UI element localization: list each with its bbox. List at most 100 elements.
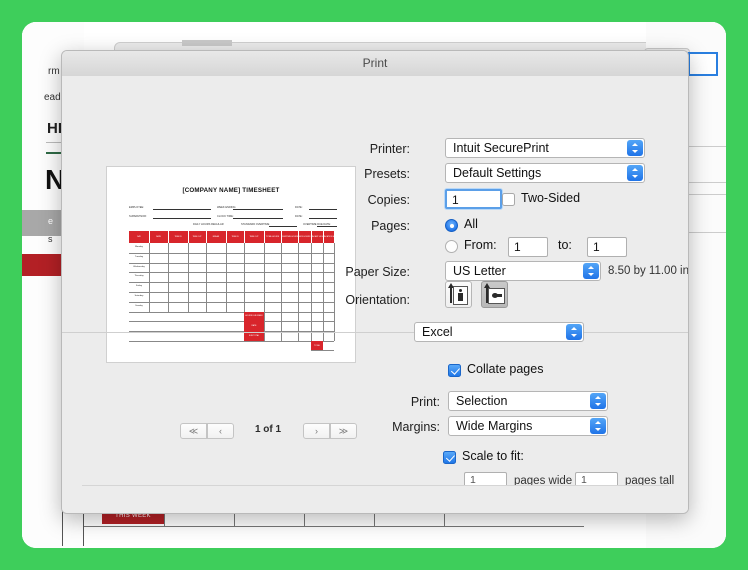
timesheet-col-header: BREAK (206, 231, 227, 243)
timesheet-title: [COMPANY NAME] TIMESHEET (182, 187, 280, 194)
margins-value: Wide Margins (456, 419, 533, 433)
printer-select[interactable]: Intuit SecurePrint (445, 138, 645, 158)
print-what-select[interactable]: Selection (448, 391, 608, 411)
presets-select[interactable]: Default Settings (445, 163, 645, 183)
printer-label: Printer: (369, 142, 410, 156)
timesheet-subfield-label: DAILY HOURS REGULAR (193, 223, 224, 226)
timesheet-day-cell: Saturday (129, 292, 150, 302)
background-text-3: HI (47, 120, 62, 137)
background-text-5: e (48, 216, 54, 226)
background-selected-cell (688, 52, 718, 76)
background-text-1: rm (48, 66, 60, 77)
margins-label: Margins: (392, 420, 440, 434)
paper-size-label: Paper Size: (345, 265, 410, 279)
timesheet-col-header: TIME OUT (188, 231, 207, 243)
pager-prev-button[interactable]: ‹ (207, 423, 234, 439)
chevron-updown-icon[interactable] (590, 418, 606, 434)
app-window-card: rm ead HI N e s Jse Ret THIS WEEK (22, 22, 726, 548)
timesheet-field-line (153, 209, 211, 210)
timesheet-gridline (226, 243, 227, 312)
section-divider (62, 332, 688, 333)
chevron-updown-icon[interactable] (627, 165, 643, 181)
timesheet-gridline (311, 243, 312, 341)
timesheet-day-cell: Thursday (129, 272, 150, 283)
collate-pages-checkbox[interactable] (448, 364, 461, 377)
preview-page: [COMPANY NAME] TIMESHEET EMPLOYEE: SUPER… (117, 174, 345, 354)
timesheet-gridline (244, 243, 245, 312)
pages-to-value: 1 (593, 240, 600, 254)
pages-to-input[interactable]: 1 (587, 237, 627, 257)
pages-to-label: to: (558, 238, 572, 252)
orientation-portrait-button[interactable] (445, 281, 472, 308)
dialog-titlebar: Print (62, 51, 688, 77)
chevron-updown-icon[interactable] (566, 324, 582, 340)
timesheet-gridline (281, 243, 282, 341)
print-dialog: Print [COMPANY NAME] TIMESHEET EMPLOYEE:… (61, 50, 689, 514)
copies-input[interactable]: 1 (445, 189, 502, 209)
timesheet-gridline (149, 243, 150, 312)
timesheet-row (311, 341, 334, 351)
timesheet-col-header: DATE (149, 231, 169, 243)
timesheet-field-line (233, 209, 283, 210)
timesheet-col-header: TIME IN (226, 231, 245, 243)
app-panel-value: Excel (422, 325, 453, 339)
timesheet-col-header: TOTAL HOURS (264, 231, 282, 243)
portrait-page-icon (453, 286, 468, 305)
dialog-body: [COMPANY NAME] TIMESHEET EMPLOYEE: SUPER… (62, 76, 689, 489)
timesheet-field-line (233, 218, 283, 219)
two-sided-label: Two-Sided (521, 191, 581, 205)
two-sided-checkbox[interactable] (502, 193, 515, 206)
up-arrow-icon (447, 283, 454, 303)
pager-page-label: 1 of 1 (254, 424, 282, 435)
app-panel-select[interactable]: Excel (414, 322, 584, 342)
background-bottom-line (84, 526, 584, 527)
timesheet-gridline (188, 243, 189, 312)
timesheet-field-line (153, 218, 211, 219)
paper-dimensions-text: 8.50 by 11.00 inches (608, 265, 689, 277)
copies-label: Copies: (367, 193, 410, 207)
timesheet-col-header: TIME IN (168, 231, 189, 243)
presets-label: Presets: (364, 167, 410, 181)
dialog-footer: ? PDF Hide Details Cancel Print (62, 486, 688, 513)
pager-first-button[interactable]: ≪ (180, 423, 207, 439)
timesheet-gridline (298, 243, 299, 341)
timesheet-field-label: EMPLOYEE: (129, 206, 144, 209)
timesheet-day-cell: Tuesday (129, 252, 150, 263)
chevron-updown-icon[interactable] (590, 393, 606, 409)
timesheet-col-header: TIME OUT (244, 231, 265, 243)
timesheet-col-header: DAY (129, 231, 150, 243)
pages-from-value: 1 (514, 240, 521, 254)
pages-from-input[interactable]: 1 (508, 237, 548, 257)
pages-all-radio[interactable] (445, 219, 458, 232)
pages-range-radio[interactable] (445, 240, 458, 253)
pager-next-button[interactable]: › (303, 423, 330, 439)
landscape-page-icon (488, 288, 505, 304)
chevron-updown-icon[interactable] (627, 140, 643, 156)
pages-from-label: From: (464, 238, 497, 252)
paper-size-select[interactable]: US Letter (445, 261, 601, 281)
timesheet-field-label: DATE: (295, 215, 303, 218)
chevron-updown-icon[interactable] (583, 263, 599, 279)
timesheet-gridline (168, 243, 169, 312)
print-what-label: Print: (410, 395, 440, 409)
timesheet-gridline (334, 243, 335, 341)
collate-pages-label: Collate pages (467, 362, 544, 376)
timesheet-day-cell: Sunday (129, 301, 150, 312)
paper-size-value: US Letter (453, 264, 506, 278)
presets-value: Default Settings (453, 166, 542, 180)
margins-select[interactable]: Wide Margins (448, 416, 608, 436)
timesheet-day-cell: Friday (129, 282, 150, 292)
dialog-title: Print (362, 56, 388, 70)
background-window-tab (182, 40, 232, 46)
timesheet-day-cell: Wednesday (129, 262, 150, 273)
printer-value: Intuit SecurePrint (453, 141, 549, 155)
timesheet-subfield-label: STANDARD OVERTIME (241, 223, 270, 226)
timesheet-summary-box: RATE (244, 321, 264, 332)
timesheet-field-label: CLOCK TIME: (217, 215, 234, 218)
scale-to-fit-checkbox[interactable] (443, 451, 456, 464)
orientation-landscape-button[interactable] (481, 281, 508, 308)
preview-pager: ≪ ‹ 1 of 1 › ≫ (170, 423, 357, 439)
orientation-label: Orientation: (345, 293, 410, 307)
timesheet-summary-box: HOURS DUE WEEK (244, 311, 264, 322)
print-what-value: Selection (456, 394, 508, 408)
